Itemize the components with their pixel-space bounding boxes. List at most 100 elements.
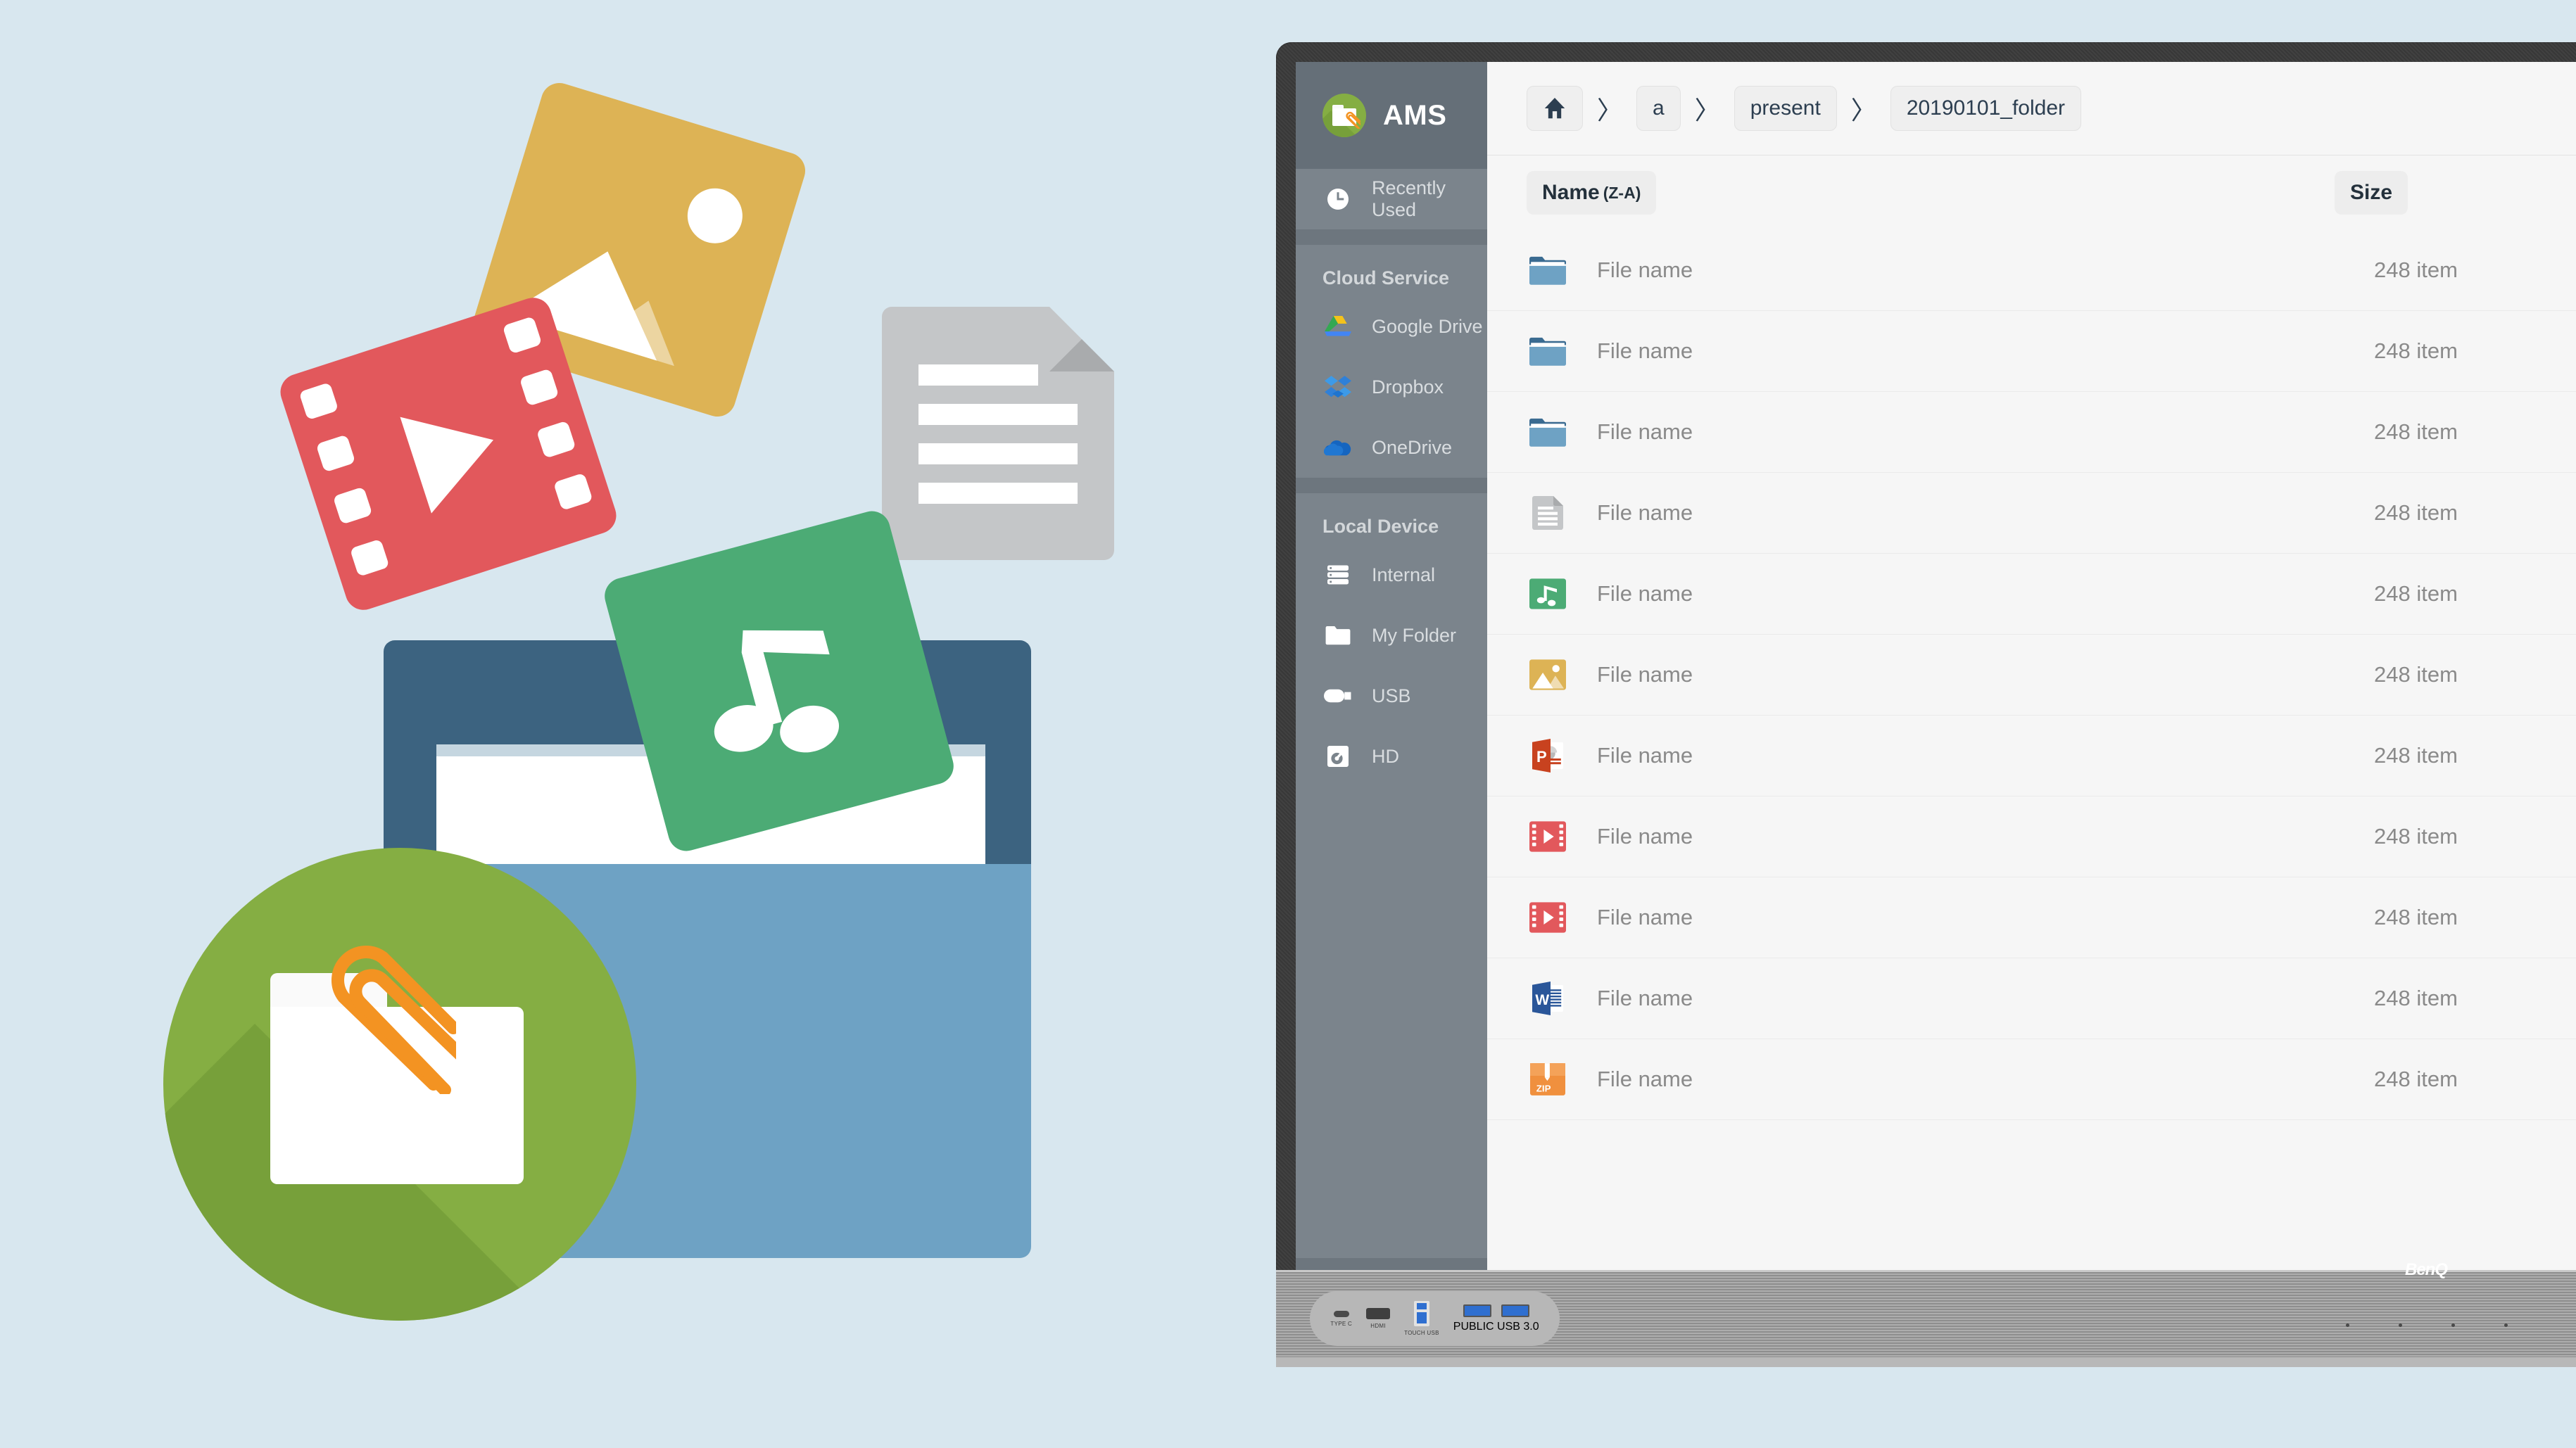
column-header-name[interactable]: Name (Z-A) — [1527, 171, 1657, 215]
benq-display-device: AMS Recently Used Cloud Service Google D… — [1276, 42, 2576, 1390]
port-label: TOUCH USB — [1404, 1330, 1439, 1336]
touch-usb-port-icon — [1413, 1301, 1429, 1326]
screenshot-root: AMS Recently Used Cloud Service Google D… — [0, 0, 2576, 1448]
ams-logo-illustration — [163, 848, 636, 1321]
sidebar-header: AMS — [1296, 62, 1487, 169]
column-headers: Name (Z-A) Size — [1487, 155, 2576, 230]
sidebar-group-title-cloud: Cloud Service — [1322, 267, 1450, 288]
sidebar-item-label: Google Drive — [1372, 315, 1483, 337]
benq-brand-logo: BenQ — [2404, 1260, 2448, 1279]
breadcrumb-item-a[interactable]: a — [1636, 86, 1681, 131]
chassis-screw-dots — [2346, 1323, 2508, 1327]
chevron-right-icon: 〉 — [1850, 96, 1876, 125]
table-row[interactable]: File name 248 item — [1487, 311, 2576, 392]
hdmi-port-icon — [1366, 1308, 1391, 1319]
file-name: File name — [1597, 581, 1693, 606]
paperclip-icon — [332, 946, 456, 1094]
table-row[interactable]: W File name 248 item — [1487, 958, 2576, 1039]
svg-text:W: W — [1535, 992, 1549, 1008]
column-header-size[interactable]: Size — [2334, 171, 2408, 215]
file-size: 248 item — [2374, 500, 2458, 525]
table-row[interactable]: File name 248 item — [1487, 473, 2576, 554]
sidebar-item-dropbox[interactable]: Dropbox — [1296, 357, 1487, 417]
table-row[interactable]: File name 248 item — [1487, 554, 2576, 635]
file-size: 248 item — [2374, 581, 2458, 606]
port-hdmi[interactable]: HDMI — [1366, 1308, 1391, 1329]
sidebar-item-hd[interactable]: HD — [1296, 726, 1487, 787]
file-name: File name — [1597, 905, 1693, 929]
sidebar-item-label: My Folder — [1372, 624, 1457, 646]
chevron-right-icon: 〉 — [1597, 96, 1623, 125]
clock-icon — [1324, 185, 1352, 213]
table-row[interactable]: P File name 248 item — [1487, 716, 2576, 796]
file-size: 248 item — [2374, 743, 2458, 768]
table-row[interactable]: File name 248 item — [1487, 392, 2576, 473]
sidebar-item-label: Internal — [1372, 564, 1436, 585]
file-size: 248 item — [2374, 986, 2458, 1010]
ams-logo-icon — [1322, 94, 1366, 137]
sidebar-divider — [1296, 478, 1487, 493]
app-title: AMS — [1383, 99, 1447, 131]
sidebar-item-my-folder[interactable]: My Folder — [1296, 605, 1487, 666]
table-row[interactable]: ZIP File name 248 item — [1487, 1039, 2576, 1120]
sidebar-item-internal[interactable]: Internal — [1296, 545, 1487, 605]
device-chassis-lip — [1276, 1357, 2576, 1367]
sidebar-item-label: Dropbox — [1372, 376, 1444, 398]
google-drive-icon — [1324, 312, 1352, 341]
hard-disk-icon — [1324, 742, 1352, 770]
music-icon — [1527, 578, 1569, 609]
breadcrumb-item-present[interactable]: present — [1734, 86, 1837, 131]
file-name: File name — [1597, 500, 1693, 525]
port-touch-usb[interactable]: TOUCH USB — [1404, 1301, 1439, 1336]
usb-port-icon — [1501, 1304, 1529, 1317]
file-size: 248 item — [2374, 338, 2458, 363]
breadcrumb: 〉 a 〉 present 〉 20190101_folder — [1487, 62, 2576, 155]
video-icon — [1527, 902, 1569, 933]
folder-icon — [1527, 417, 1569, 447]
column-header-name-label: Name — [1542, 181, 1600, 204]
port-type-c[interactable]: TYPE C — [1330, 1310, 1353, 1327]
table-row[interactable]: File name 248 item — [1487, 230, 2576, 311]
usb-drive-icon — [1324, 682, 1352, 710]
play-triangle-icon — [400, 391, 510, 514]
file-size: 248 item — [2374, 419, 2458, 444]
table-row[interactable]: File name 248 item — [1487, 635, 2576, 716]
file-name: File name — [1597, 338, 1693, 363]
image-icon — [1527, 659, 1569, 690]
onedrive-icon — [1324, 433, 1352, 462]
column-header-name-sort: (Z-A) — [1603, 183, 1641, 202]
sidebar-item-recently-used[interactable]: Recently Used — [1296, 169, 1487, 229]
sidebar-group-title-local: Local Device — [1322, 516, 1439, 537]
sidebar-item-google-drive[interactable]: Google Drive — [1296, 296, 1487, 357]
file-list: File name 248 item File name 248 item File… — [1487, 230, 2576, 1358]
sidebar-item-label: HD — [1372, 745, 1399, 767]
port-public-usb[interactable]: PUBLIC USB 3.0 — [1453, 1304, 1539, 1333]
table-row[interactable]: File name 248 item — [1487, 796, 2576, 877]
powerpoint-icon: P — [1527, 739, 1569, 773]
file-name: File name — [1597, 743, 1693, 768]
breadcrumb-item-current-folder[interactable]: 20190101_folder — [1890, 86, 2082, 131]
sidebar-divider — [1296, 229, 1487, 245]
sidebar-item-label: Recently Used — [1372, 177, 1446, 220]
svg-text:ZIP: ZIP — [1536, 1084, 1551, 1094]
port-label: PUBLIC USB 3.0 — [1453, 1320, 1539, 1333]
file-name: File name — [1597, 824, 1693, 849]
sidebar-item-label: OneDrive — [1372, 436, 1453, 458]
breadcrumb-home-button[interactable] — [1527, 86, 1583, 131]
port-panel: TYPE C HDMI TOUCH USB PUBLIC USB 3.0 — [1310, 1291, 1560, 1346]
file-name: File name — [1597, 258, 1693, 282]
document-icon — [1527, 496, 1569, 530]
file-name: File name — [1597, 1067, 1693, 1091]
sidebar-item-onedrive[interactable]: OneDrive — [1296, 417, 1487, 478]
photo-sun-shape — [681, 182, 750, 250]
port-label: HDMI — [1370, 1323, 1386, 1329]
port-label: TYPE C — [1330, 1320, 1353, 1327]
file-size: 248 item — [2374, 1067, 2458, 1091]
table-row[interactable]: File name 248 item — [1487, 877, 2576, 958]
video-icon — [1527, 821, 1569, 852]
sidebar-item-usb[interactable]: USB — [1296, 666, 1487, 726]
usb-port-icons — [1463, 1304, 1529, 1317]
file-name: File name — [1597, 986, 1693, 1010]
sidebar-item-label: USB — [1372, 685, 1411, 706]
